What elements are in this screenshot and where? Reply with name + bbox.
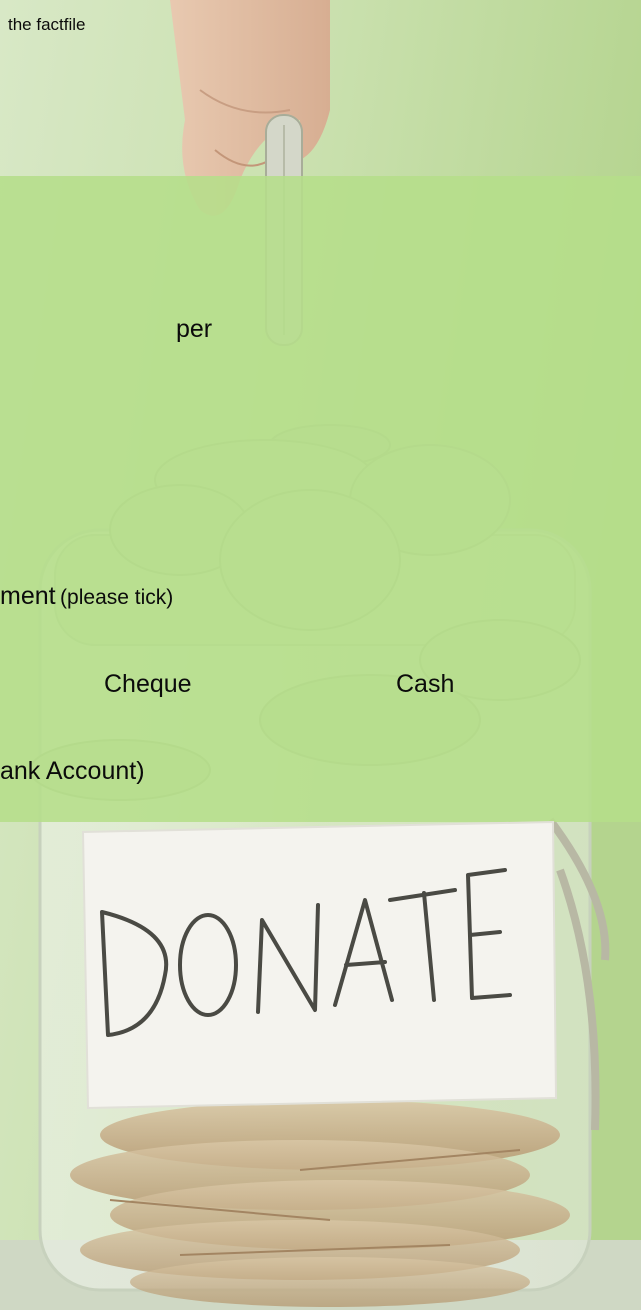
per-label: per xyxy=(176,315,213,343)
bank-account-option[interactable]: ank Account) xyxy=(0,757,145,786)
donation-form-page: the factfile per ment (please tick) Cheq… xyxy=(0,0,641,1310)
donate-lettering xyxy=(100,868,512,1037)
cheque-option[interactable]: Cheque xyxy=(104,670,192,699)
payment-method-heading: ment (please tick) xyxy=(0,582,173,611)
please-tick-note: (please tick) xyxy=(60,586,174,609)
factfile-text: the factfile xyxy=(8,15,86,34)
cash-option[interactable]: Cash xyxy=(396,670,454,699)
payment-label: ment xyxy=(0,582,56,610)
